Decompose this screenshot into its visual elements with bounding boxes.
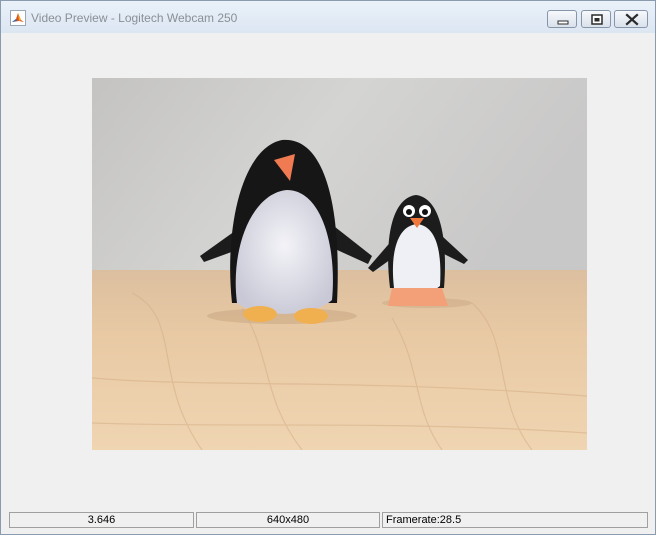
- window-title: Video Preview - Logitech Webcam 250: [31, 11, 238, 25]
- preview-area: [9, 33, 649, 511]
- video-frame: [92, 78, 587, 450]
- video-preview-window: Video Preview - Logitech Webcam 250 3.64…: [0, 0, 656, 535]
- minimize-icon: [557, 20, 569, 25]
- close-button[interactable]: [614, 10, 648, 28]
- resolution-field: 640x480: [196, 512, 380, 528]
- timestamp-field: 3.646: [9, 512, 194, 528]
- table-surface: [92, 270, 587, 450]
- close-icon: [625, 13, 639, 26]
- restore-button[interactable]: [581, 10, 611, 28]
- minimize-button[interactable]: [547, 10, 577, 28]
- status-bar: 3.646 640x480 Framerate:28.5: [9, 512, 649, 528]
- title-bar[interactable]: Video Preview - Logitech Webcam 250: [1, 1, 655, 33]
- matlab-logo-icon[interactable]: [10, 10, 26, 26]
- framerate-field: Framerate:28.5: [382, 512, 648, 528]
- restore-icon: [591, 14, 603, 25]
